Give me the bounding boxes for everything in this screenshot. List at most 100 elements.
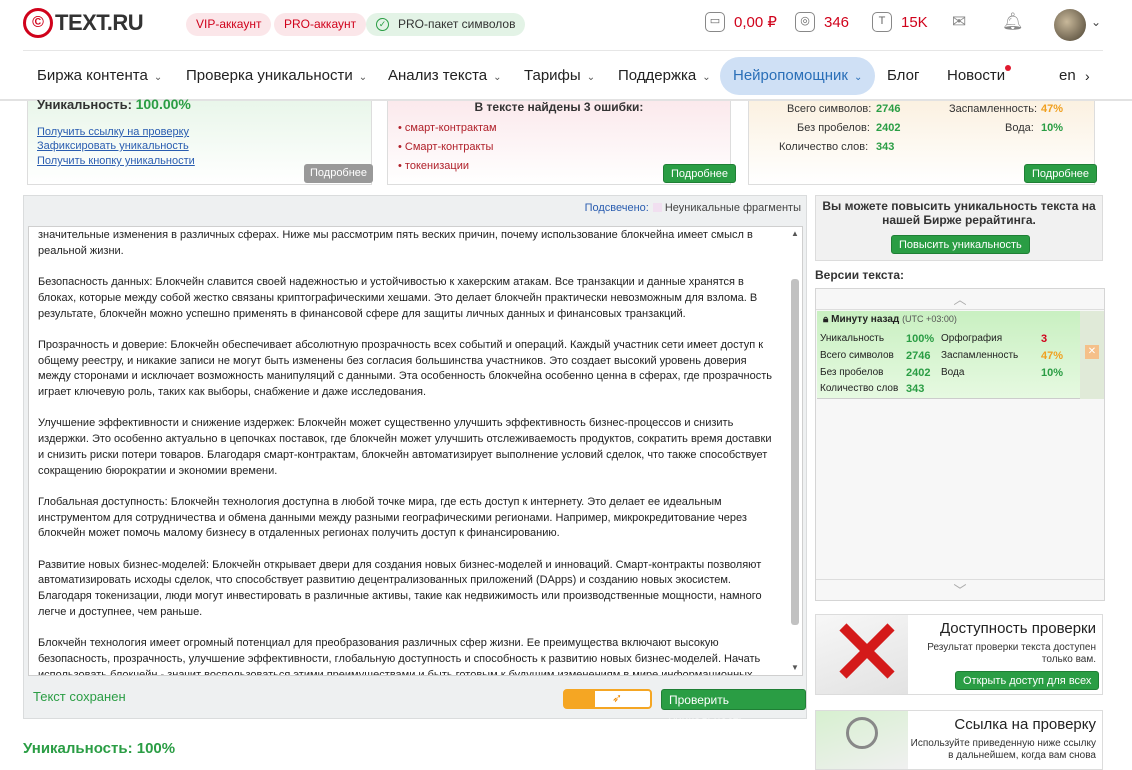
nospace-label: Без пробелов:	[797, 122, 870, 134]
uniqueness-result: Уникальность: 100%	[23, 740, 176, 757]
more-button[interactable]: Подробнее	[304, 164, 374, 183]
nospace-value: 2402	[906, 367, 931, 379]
spam-label: Заспамленность	[941, 350, 1019, 361]
scrollbar[interactable]: ▲ ▼	[790, 229, 800, 673]
paragraph: Улучшение эффективности и снижение издер…	[38, 417, 772, 477]
rocket-icon: ➶	[612, 691, 623, 705]
improve-uniqueness-button[interactable]: Повысить уникальность	[891, 235, 1030, 254]
water-label: Вода	[941, 367, 965, 378]
nav-item-lang[interactable]: en	[1059, 57, 1076, 95]
words-label: Количество слов:	[779, 141, 869, 153]
nav-item-tariffs[interactable]: Тарифы ⌄	[524, 57, 595, 95]
text-area[interactable]: значительные изменения в различных сфера…	[28, 226, 803, 676]
logo-text: TEXT.RU	[55, 10, 144, 35]
coins-value: 346	[824, 13, 850, 31]
promo-text: Вы можете повысить уникальность текста н…	[822, 199, 1096, 227]
uniqueness-panel: Уникальность: 100.00% Получить ссылку на…	[27, 96, 374, 185]
link-title: Ссылка на проверку	[954, 716, 1096, 733]
pro-pack-label: PRO-пакет символов	[398, 17, 516, 31]
mail-icon[interactable]: ✉	[949, 12, 969, 32]
pro-pack-badge[interactable]: ✓ PRO-пакет символов	[366, 13, 526, 36]
chevron-down-icon[interactable]: ⌄	[1091, 15, 1101, 29]
link-image	[816, 711, 908, 769]
coins-stat[interactable]: ◎ 346	[795, 12, 849, 32]
highlight-swatch	[652, 203, 662, 212]
pro-badge[interactable]: PRO-аккаунт	[274, 13, 367, 36]
paragraph: Безопасность данных: Блокчейн славится с…	[38, 276, 758, 320]
open-access-button[interactable]: Открыть доступ для всех	[955, 671, 1100, 690]
access-card: Доступность проверки Результат проверки …	[815, 614, 1103, 695]
delete-version[interactable]: ✕	[1080, 311, 1104, 399]
promo-box: Вы можете повысить уникальность текста н…	[815, 195, 1103, 261]
text-stat[interactable]: T 15K	[872, 12, 928, 32]
access-text: Результат проверки текста доступен тольк…	[927, 642, 1096, 665]
avatar[interactable]	[1054, 9, 1086, 41]
paragraph: Глобальная доступность: Блокчейн техноло…	[38, 495, 747, 540]
more-button[interactable]: Подробнее	[663, 164, 737, 183]
balance[interactable]: ▭ 0,00 ₽	[705, 12, 777, 32]
text-value: 15K	[901, 13, 928, 31]
link-card: Ссылка на проверку Используйте приведенн…	[815, 710, 1103, 770]
vip-badge[interactable]: VIP-аккаунт	[186, 13, 272, 36]
version-item[interactable]: 🔒︎ Минуту назад (UTC +03:00) Уникальност…	[817, 311, 1104, 399]
highlight-label: Подсвечено:	[584, 202, 649, 214]
total-label: Всего символов	[820, 350, 894, 361]
spam-value: 47%	[1041, 350, 1064, 362]
chevron-down-icon[interactable]: ﹀	[816, 579, 1104, 600]
highlight-legend: Подсвечено: Неуникальные фрагменты	[585, 202, 801, 214]
words-label: Количество слов	[820, 383, 899, 394]
paragraph: Блокчейн технология имеет огромный потен…	[38, 637, 761, 676]
spam-value: 47%	[1041, 103, 1064, 115]
error-item[interactable]: • смарт-контрактам	[398, 122, 497, 134]
nav-item-news[interactable]: Новости	[947, 57, 1012, 95]
nav-item-analysis[interactable]: Анализ текста ⌄	[388, 57, 502, 95]
chevron-down-icon: ⌄	[702, 72, 711, 83]
close-icon[interactable]: ✕	[1085, 345, 1099, 359]
check-uniqueness-button[interactable]: Проверить уникальность	[661, 689, 806, 728]
bell-icon[interactable]: 🔔︎	[1002, 12, 1024, 32]
lock-icon: 🔒︎	[823, 314, 829, 325]
highlight-legend-text: Неуникальные фрагменты	[664, 202, 801, 214]
nav-item-uniqueness[interactable]: Проверка уникальности ⌄	[186, 57, 367, 95]
seo-panel: Всего символов: 2746 Без пробелов: 2402 …	[748, 101, 1098, 185]
nav-item-support[interactable]: Поддержка ⌄	[618, 57, 711, 95]
uniqueness-summary: Уникальность: 100.00%	[37, 96, 191, 112]
total-value: 2746	[876, 103, 901, 115]
total-value: 2746	[906, 350, 931, 362]
fix-uniqueness-link[interactable]: Зафиксировать уникальность	[37, 140, 189, 152]
text-content: значительные изменения в различных сфера…	[38, 228, 774, 676]
version-time: Минуту назад	[831, 314, 900, 325]
get-link-link[interactable]: Получить ссылку на проверку	[37, 126, 189, 138]
versions-title: Версии текста:	[815, 268, 905, 282]
error-item[interactable]: • токенизации	[398, 160, 469, 172]
chevron-down-icon: ⌄	[853, 72, 863, 83]
get-button-link[interactable]: Получить кнопку уникальности	[37, 155, 195, 167]
chevron-down-icon: ⌄	[153, 72, 163, 83]
cross-icon	[836, 621, 896, 681]
scroll-up-icon[interactable]: ▲	[790, 229, 800, 239]
chevron-down-icon: ⌄	[358, 72, 368, 83]
toggle-fill	[565, 691, 595, 707]
logo[interactable]: © TEXT.RU	[23, 8, 144, 38]
scroll-down-icon[interactable]: ▼	[790, 663, 800, 673]
chevron-up-icon[interactable]: ︿	[816, 289, 1104, 310]
water-value: 10%	[1041, 367, 1064, 379]
error-item[interactable]: • Смарт-контракты	[398, 141, 493, 153]
more-button[interactable]: Подробнее	[1024, 164, 1098, 183]
nav-item-blog[interactable]: Блог	[887, 57, 919, 95]
coins-icon: ◎	[795, 12, 815, 32]
nav-item-exchange[interactable]: Биржа контента ⌄	[37, 57, 162, 95]
notification-dot	[1005, 65, 1012, 71]
version-timezone: (UTC +03:00)	[902, 314, 957, 324]
scroll-thumb[interactable]	[791, 279, 799, 625]
saved-status: Текст сохранен	[33, 689, 126, 704]
nav-item-assistant[interactable]: Нейропомощник ⌄	[720, 57, 876, 95]
total-label: Всего символов:	[787, 103, 872, 115]
access-title: Доступность проверки	[939, 620, 1096, 637]
rocket-toggle[interactable]: ➶	[563, 689, 652, 709]
spelling-panel: В тексте найдены 3 ошибки: • смарт-контр…	[387, 100, 737, 185]
main-nav: Биржа контента ⌄ Проверка уникальности ⌄ А…	[23, 50, 1103, 99]
version-header: 🔒︎ Минуту назад (UTC +03:00)	[823, 314, 957, 325]
chevron-right-icon[interactable]: ›	[1085, 57, 1090, 95]
nospace-label: Без пробелов	[820, 367, 884, 378]
